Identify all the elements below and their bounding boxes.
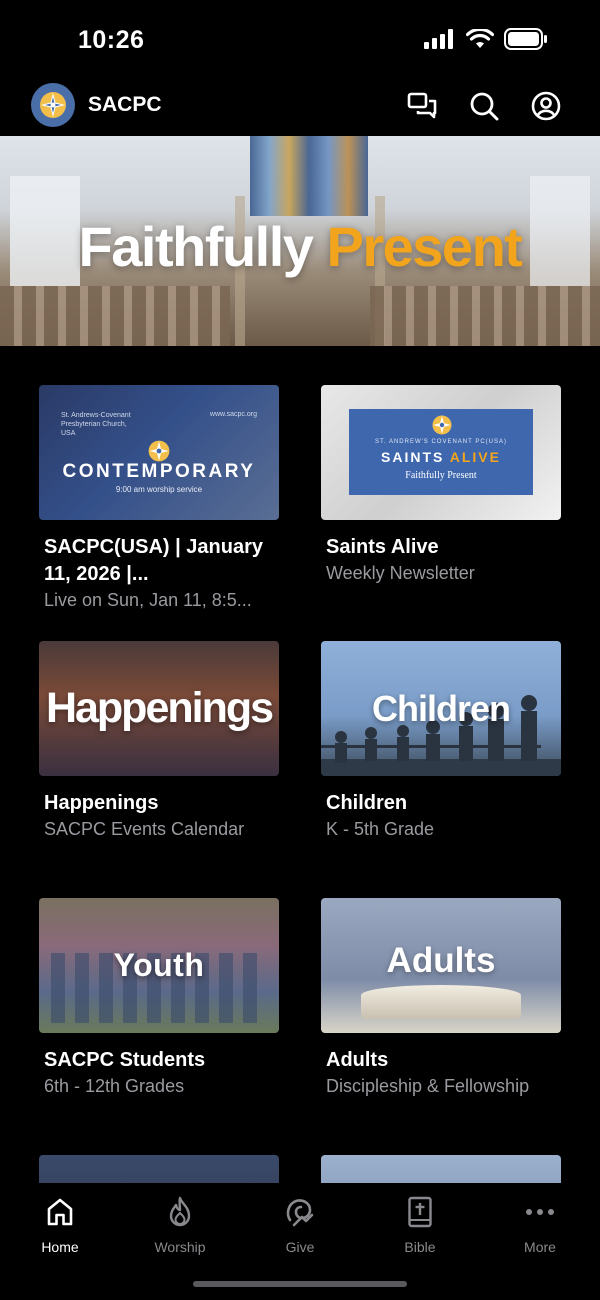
tab-more[interactable]: More xyxy=(490,1195,590,1255)
search-icon xyxy=(470,92,499,121)
card-thumbnail: ST. ANDREW'S COVENANT PC(USA) SAINTS ALI… xyxy=(321,385,561,520)
home-icon xyxy=(47,1198,73,1226)
card-children[interactable]: Children Children K - 5th Grade xyxy=(321,641,561,841)
card-happenings[interactable]: Happenings Happenings SACPC Events Calen… xyxy=(39,641,279,841)
card-thumbnail: Happenings xyxy=(39,641,279,776)
card-adults[interactable]: Adults Adults Discipleship & Fellowship xyxy=(321,898,561,1098)
card-subtitle: SACPC Events Calendar xyxy=(44,819,245,839)
card-partial[interactable] xyxy=(39,1155,279,1183)
battery-icon xyxy=(504,28,547,50)
thumb-subtitle: 9:00 am worship service xyxy=(115,485,203,494)
status-bar: 10:26 xyxy=(0,0,600,80)
app-header: SACPC xyxy=(0,80,600,136)
church-pews xyxy=(370,286,600,346)
card-thumbnail xyxy=(321,1155,561,1183)
flame-icon xyxy=(169,1196,191,1227)
card-title: Children xyxy=(326,792,408,814)
chat-bubbles-icon xyxy=(407,92,437,119)
star-emblem-icon xyxy=(40,92,66,118)
thumb-title: Adults xyxy=(386,940,496,980)
card-subtitle: 6th - 12th Grades xyxy=(44,1076,185,1096)
tab-bible[interactable]: Bible xyxy=(370,1195,470,1255)
tab-label: Give xyxy=(285,1239,315,1255)
card-title: Adults xyxy=(326,1049,389,1071)
card-students[interactable]: Youth SACPC Students 6th - 12th Grades xyxy=(39,898,279,1098)
profile-button[interactable] xyxy=(530,90,562,122)
app-title: SACPC xyxy=(88,93,162,116)
search-button[interactable] xyxy=(468,90,500,122)
hero-title-word1: Faithfully xyxy=(78,215,314,278)
card-title: Happenings xyxy=(44,792,159,814)
card-thumbnail: Adults xyxy=(321,898,561,1033)
bible-icon xyxy=(408,1196,432,1228)
star-emblem-icon xyxy=(148,440,170,462)
tab-label: More xyxy=(524,1239,556,1255)
thumb-title-part1: SAINTS xyxy=(381,449,450,465)
card-thumbnail: Youth xyxy=(39,898,279,1033)
thumb-title-part2: ALIVE xyxy=(449,449,501,465)
church-logo[interactable] xyxy=(31,83,75,127)
account-icon xyxy=(531,91,561,121)
messages-button[interactable] xyxy=(406,90,438,122)
thumb-title: Youth xyxy=(113,947,205,983)
card-subtitle: Live on Sun, Jan 11, 8:5... xyxy=(44,590,252,610)
thumb-org-line: St. Andrews-Covenant Presbyterian Church… xyxy=(61,412,131,437)
tab-label: Bible xyxy=(404,1239,436,1255)
card-subtitle: Discipleship & Fellowship xyxy=(326,1076,530,1096)
header-actions xyxy=(406,90,562,122)
hero-banner[interactable]: Faithfully Present xyxy=(0,136,600,346)
thumb-site: www.sacpc.org xyxy=(209,411,257,418)
status-time: 10:26 xyxy=(78,26,145,54)
card-thumbnail xyxy=(39,1155,279,1183)
home-indicator[interactable] xyxy=(193,1281,407,1287)
thumb-subtitle: Faithfully Present xyxy=(405,470,477,481)
wifi-icon xyxy=(466,29,494,48)
church-pews xyxy=(0,286,230,346)
thumb-title: CONTEMPORARY xyxy=(62,461,256,482)
cellular-signal-icon xyxy=(424,29,453,49)
card-title: SACPC Students xyxy=(44,1049,206,1071)
card-partial[interactable] xyxy=(321,1155,561,1183)
star-emblem-icon xyxy=(432,415,452,435)
newsletter-panel: ST. ANDREW'S COVENANT PC(USA) SAINTS ALI… xyxy=(349,409,533,495)
hero-title-word2: Present xyxy=(326,215,523,278)
card-title: SACPC(USA) | January 11, 2026 |... xyxy=(44,536,263,585)
card-title: Saints Alive xyxy=(326,536,439,558)
give-icon xyxy=(286,1199,314,1227)
card-contemporary-service[interactable]: St. Andrews-Covenant Presbyterian Church… xyxy=(39,385,279,612)
more-icon xyxy=(526,1209,554,1215)
status-icons xyxy=(424,28,548,50)
tab-give[interactable]: Give xyxy=(250,1195,350,1255)
thumb-title: SAINTS ALIVE xyxy=(381,449,501,465)
thumb-org-line: ST. ANDREW'S COVENANT PC(USA) xyxy=(374,439,508,445)
card-saints-alive[interactable]: ST. ANDREW'S COVENANT PC(USA) SAINTS ALI… xyxy=(321,385,561,585)
tab-label: Worship xyxy=(154,1239,206,1255)
card-subtitle: Weekly Newsletter xyxy=(326,563,475,583)
card-thumbnail: St. Andrews-Covenant Presbyterian Church… xyxy=(39,385,279,520)
card-subtitle: K - 5th Grade xyxy=(326,819,435,839)
thumb-title: Children xyxy=(371,687,511,729)
open-bible-image xyxy=(361,985,521,1019)
card-thumbnail: Children xyxy=(321,641,561,776)
tab-label: Home xyxy=(41,1239,79,1255)
tab-worship[interactable]: Worship xyxy=(130,1195,230,1255)
hero-title: Faithfully Present xyxy=(0,214,600,279)
tab-home[interactable]: Home xyxy=(10,1195,110,1255)
thumb-title: Happenings xyxy=(45,684,274,732)
